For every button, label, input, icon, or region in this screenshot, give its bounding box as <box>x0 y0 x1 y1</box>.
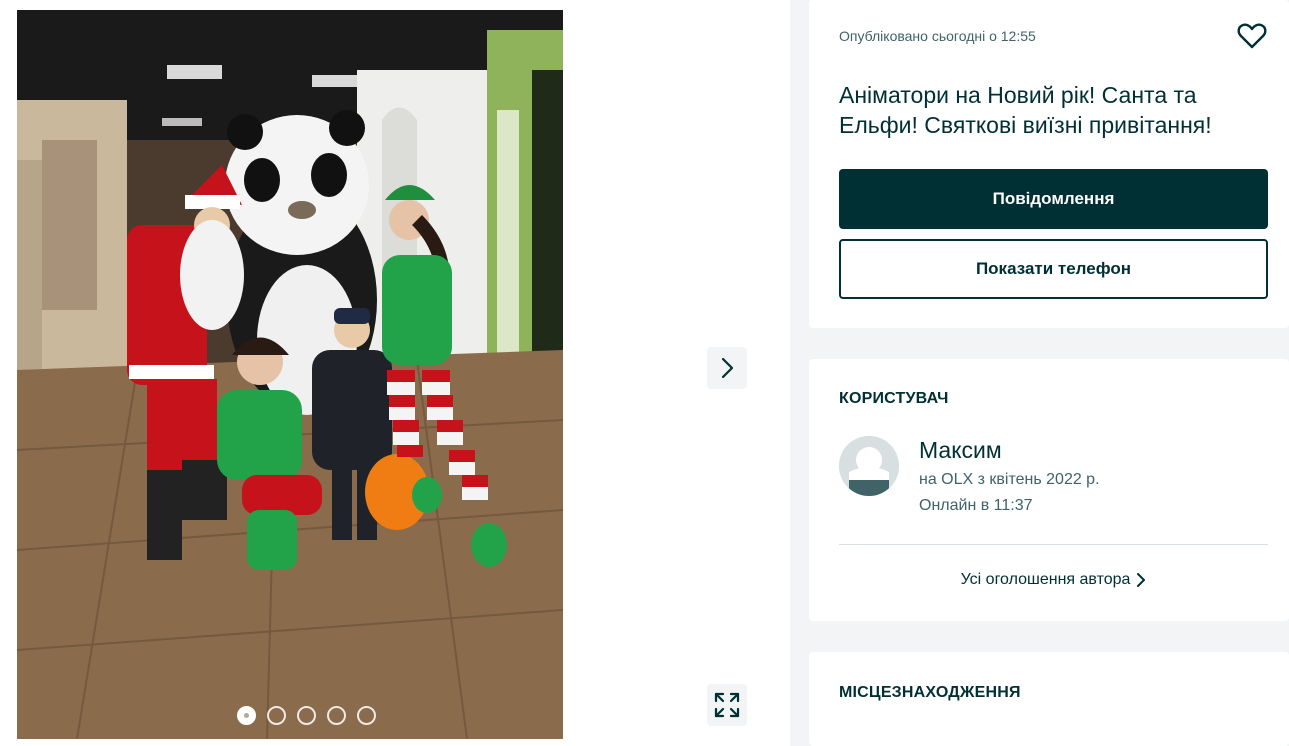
gallery-dots <box>237 706 376 725</box>
avatar[interactable] <box>839 436 899 496</box>
favorite-button[interactable] <box>1236 20 1268 52</box>
location-card: МІСЦЕЗНАХОДЖЕННЯ <box>809 652 1289 746</box>
message-button[interactable]: Повідомлення <box>839 169 1268 229</box>
next-photo-button[interactable] <box>707 347 747 389</box>
divider <box>839 544 1268 545</box>
show-phone-button[interactable]: Показати телефон <box>839 239 1268 299</box>
listing-title: Аніматори на Новий рік! Санта та Ельфи! … <box>839 82 1212 138</box>
all-author-ads-link[interactable]: Усі оголошення автора <box>809 571 1289 589</box>
user-card: КОРИСТУВАЧ Максим на OLX з квітень 2022 … <box>809 359 1289 621</box>
location-section-title: МІСЦЕЗНАХОДЖЕННЯ <box>839 684 1021 701</box>
expand-icon <box>714 692 740 718</box>
user-section-title: КОРИСТУВАЧ <box>839 390 949 407</box>
heart-icon <box>1237 23 1267 49</box>
fullscreen-button[interactable] <box>707 684 747 726</box>
chevron-right-icon <box>721 357 734 379</box>
user-name[interactable]: Максим <box>919 437 1002 464</box>
gallery-dot[interactable] <box>267 706 286 725</box>
user-avatar-icon <box>839 436 899 496</box>
gallery-dot[interactable] <box>327 706 346 725</box>
gallery-dot[interactable] <box>297 706 316 725</box>
user-member-since: на OLX з квітень 2022 р. <box>919 471 1100 488</box>
photo-illustration <box>17 10 563 739</box>
gallery-dot[interactable] <box>237 706 256 725</box>
gallery-dot[interactable] <box>357 706 376 725</box>
chevron-right-icon <box>1137 573 1146 587</box>
user-last-online: Онлайн в 11:37 <box>919 497 1033 514</box>
listing-summary-card: Опубліковано сьогодні о 12:55 Аніматори … <box>809 0 1289 328</box>
published-date: Опубліковано сьогодні о 12:55 <box>839 28 1036 44</box>
listing-photo[interactable] <box>17 10 563 739</box>
all-author-ads-label: Усі оголошення автора <box>960 571 1131 588</box>
photo-gallery <box>0 0 790 746</box>
